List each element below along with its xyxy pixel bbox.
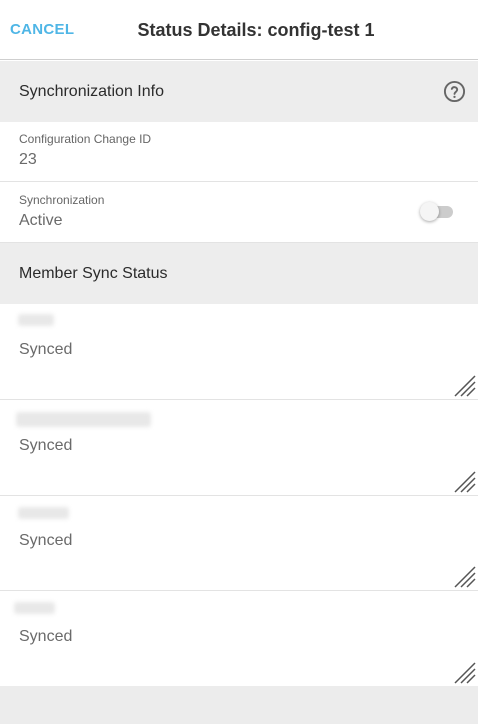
top-bar: CANCEL Status Details: config-test 1 [0,0,478,60]
synchronization-toggle[interactable] [420,202,453,221]
member-name-redacted [14,602,55,614]
member-name-redacted [18,314,54,326]
member-row: Synced [0,496,478,591]
member-row: Synced [0,591,478,686]
member-name-redacted [16,412,151,427]
synchronization-field: Synchronization Active [0,183,478,243]
member-sync-status: Synced [19,532,73,549]
member-sync-section-label: Member Sync Status [19,265,168,282]
member-sync-status: Synced [19,628,73,645]
member-name-redacted [18,507,69,519]
sync-info-section-label: Synchronization Info [19,83,164,100]
resize-handle-icon[interactable] [454,375,476,397]
configuration-change-id-field: Configuration Change ID 23 [0,122,478,182]
sync-info-section-header: Synchronization Info [0,61,478,122]
toggle-knob [420,202,439,221]
member-row: Synced [0,304,478,400]
member-sync-section-header: Member Sync Status [0,243,478,304]
member-row: Synced [0,400,478,496]
resize-handle-icon[interactable] [454,566,476,588]
resize-handle-icon[interactable] [454,471,476,493]
page-title: Status Details: config-test 1 [137,20,375,40]
member-sync-status: Synced [19,341,73,358]
member-sync-status: Synced [19,437,73,454]
synchronization-value: Active [19,212,63,229]
footer-area [0,686,478,724]
configuration-change-id-value: 23 [19,151,37,168]
help-circle-icon[interactable] [443,80,466,103]
resize-handle-icon[interactable] [454,662,476,684]
synchronization-label: Synchronization [19,193,105,207]
configuration-change-id-label: Configuration Change ID [19,132,152,146]
